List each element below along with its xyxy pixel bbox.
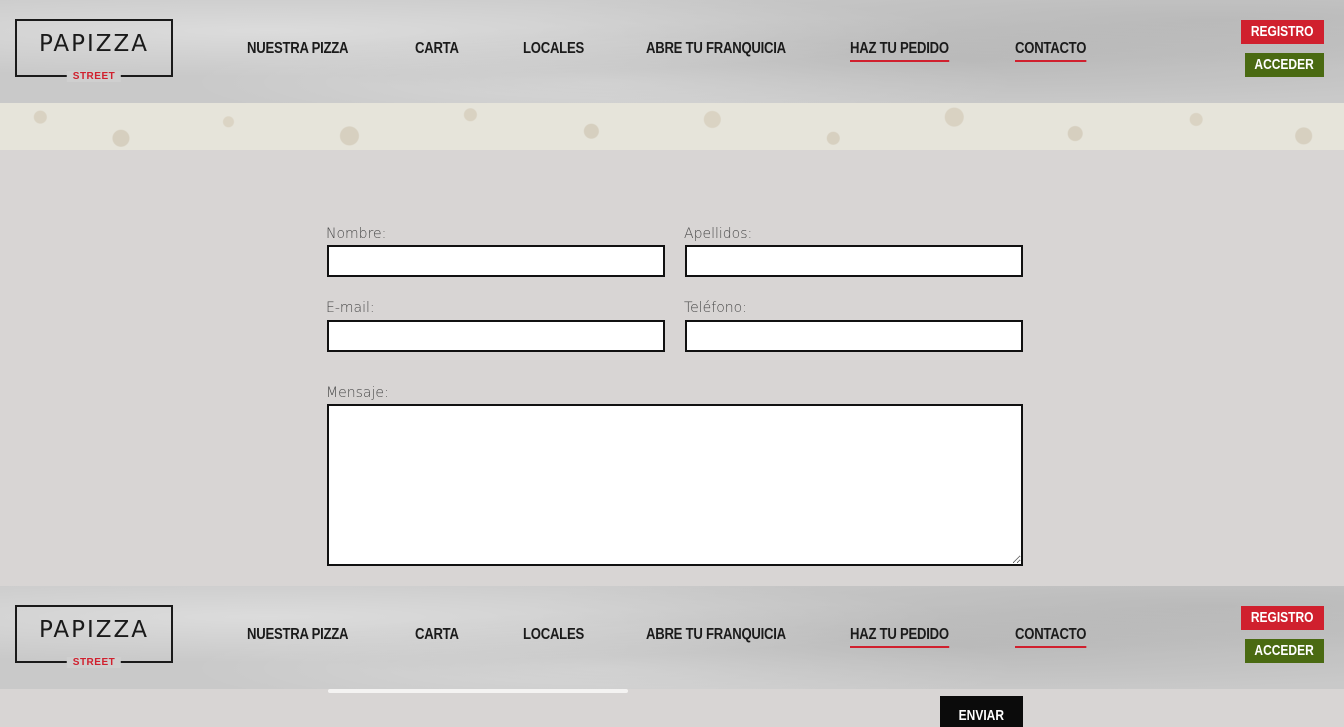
telefono-field[interactable]	[685, 320, 1023, 352]
site-header: PAPIZZA STREET NUESTRA PIZZA CARTA LOCAL…	[0, 0, 1344, 103]
nav-carta[interactable]: CARTA	[415, 40, 459, 60]
sticky-header: PAPIZZA STREET NUESTRA PIZZA CARTA LOCAL…	[0, 586, 1344, 689]
nav-locales[interactable]: LOCALES	[523, 40, 584, 60]
register-label: REGISTRO	[1251, 23, 1314, 40]
divider-line	[328, 689, 628, 693]
send-label: ENVIAR	[958, 707, 1005, 724]
nav-nuestra-pizza[interactable]: NUESTRA PIZZA	[247, 40, 349, 60]
nav-contacto[interactable]: CONTACTO	[1015, 40, 1086, 62]
apellidos-label: Apellidos:	[684, 226, 753, 242]
apellidos-field[interactable]	[685, 245, 1023, 277]
nav-haz-tu-pedido[interactable]: HAZ TU PEDIDO	[850, 626, 949, 648]
logo-subtitle: STREET	[66, 657, 122, 668]
nav-abre-tu-franquicia[interactable]: ABRE TU FRANQUICIA	[646, 626, 786, 646]
register-label: REGISTRO	[1251, 609, 1314, 626]
send-button[interactable]: ENVIAR	[940, 696, 1023, 727]
login-button[interactable]: ACCEDER	[1245, 639, 1324, 663]
email-field[interactable]	[327, 320, 665, 352]
register-button[interactable]: REGISTRO	[1241, 606, 1324, 630]
mensaje-label: Mensaje:	[326, 385, 389, 401]
nav-carta[interactable]: CARTA	[415, 626, 459, 646]
nav-contacto[interactable]: CONTACTO	[1015, 626, 1086, 648]
nav-abre-tu-franquicia[interactable]: ABRE TU FRANQUICIA	[646, 40, 786, 60]
login-button[interactable]: ACCEDER	[1245, 53, 1324, 77]
nombre-field[interactable]	[327, 245, 665, 277]
nav-haz-tu-pedido[interactable]: HAZ TU PEDIDO	[850, 40, 949, 62]
mensaje-textarea[interactable]	[327, 404, 1023, 566]
telefono-label: Teléfono:	[684, 300, 747, 316]
login-label: ACCEDER	[1254, 56, 1315, 73]
login-label: ACCEDER	[1254, 642, 1315, 659]
papizza-logo[interactable]: PAPIZZA STREET	[15, 19, 173, 82]
nombre-label: Nombre:	[326, 226, 387, 242]
papizza-logo[interactable]: PAPIZZA STREET	[15, 605, 173, 668]
nav-nuestra-pizza[interactable]: NUESTRA PIZZA	[247, 626, 349, 646]
logo-name: PAPIZZA	[38, 617, 150, 643]
decorative-terrazzo-band	[0, 103, 1344, 150]
nav-locales[interactable]: LOCALES	[523, 626, 584, 646]
logo-name: PAPIZZA	[38, 31, 150, 57]
register-button[interactable]: REGISTRO	[1241, 20, 1324, 44]
email-label: E-mail:	[326, 300, 375, 316]
logo-subtitle: STREET	[66, 71, 122, 82]
